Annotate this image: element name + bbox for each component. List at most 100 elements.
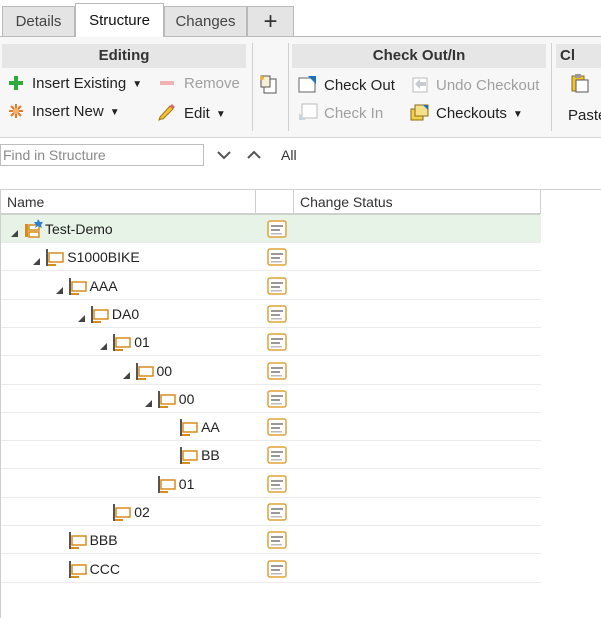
tree-row[interactable]: 00 <box>1 385 541 413</box>
tree-row[interactable]: BBB <box>1 526 541 555</box>
chevron-down-icon: ▼ <box>132 79 143 90</box>
paste-icon[interactable] <box>569 73 591 93</box>
tree-row[interactable]: 00 <box>1 357 541 385</box>
tree-row[interactable]: 01 <box>1 328 541 357</box>
remove-button[interactable]: Remove <box>158 72 240 94</box>
ribbon: Editing Insert Existing ▼ Insert New ▼ Rem… <box>0 37 601 138</box>
structure-grid: Name Change Status Test-Demo S1000BIKE AAA… <box>0 189 601 618</box>
change-status-icon[interactable] <box>267 559 287 578</box>
find-bar: All <box>0 141 601 171</box>
folder-node-icon <box>112 502 132 522</box>
tree-row[interactable]: DA0 <box>1 300 541 328</box>
expand-arrow-icon[interactable] <box>100 338 108 354</box>
ribbon-separator <box>252 43 253 131</box>
structure-root-icon <box>23 219 43 239</box>
column-header-change-status[interactable]: Change Status <box>294 190 541 214</box>
check-in-button[interactable]: Check In <box>298 100 383 122</box>
paste-structure-icon[interactable] <box>259 75 279 95</box>
folder-node-icon <box>179 417 199 437</box>
tab-bar: Details Structure Changes + <box>0 0 601 37</box>
tree-row[interactable]: AA <box>1 413 541 442</box>
checkout-group-title: Check Out/In <box>292 44 546 68</box>
checkouts-button[interactable]: Checkouts ▼ <box>410 100 523 122</box>
node-label: 00 <box>178 390 195 407</box>
minus-icon <box>160 81 174 85</box>
insert-existing-label: Insert Existing <box>32 75 127 92</box>
paste-button[interactable]: Paste <box>568 105 601 127</box>
node-label: Test-Demo <box>45 221 113 237</box>
column-header-name[interactable]: Name <box>1 190 256 214</box>
folder-node-icon <box>179 445 199 465</box>
check-in-icon <box>299 103 318 120</box>
tree-row[interactable]: CCC <box>1 555 541 583</box>
change-status-icon[interactable] <box>267 305 287 323</box>
chevron-down-icon: ▼ <box>215 109 226 120</box>
change-status-icon[interactable] <box>267 361 287 380</box>
folder-node-icon <box>90 304 110 324</box>
tab-details[interactable]: Details <box>2 6 75 36</box>
expand-arrow-icon[interactable] <box>122 367 131 383</box>
node-label: DA0 <box>111 305 140 322</box>
expand-arrow-icon[interactable] <box>144 395 153 411</box>
tree-row[interactable]: 01 <box>1 470 541 498</box>
ribbon-separator <box>288 43 289 131</box>
checkouts-icon <box>410 104 429 121</box>
folder-node-icon <box>68 559 88 579</box>
node-label: 02 <box>134 504 150 520</box>
change-status-icon[interactable] <box>267 276 287 295</box>
undo-checkout-icon <box>412 77 428 93</box>
folder-node-icon <box>157 389 177 409</box>
tab-changes[interactable]: Changes <box>164 6 247 36</box>
add-tab-button[interactable]: + <box>247 6 294 36</box>
check-out-button[interactable]: Check Out <box>298 72 395 94</box>
folder-node-icon <box>68 276 88 296</box>
find-scope-selector[interactable]: All <box>281 144 297 166</box>
tree-row[interactable]: BB <box>1 441 541 470</box>
edit-label: Edit <box>184 105 210 122</box>
chevron-down-icon[interactable] <box>216 149 232 161</box>
expand-arrow-icon[interactable] <box>77 310 86 326</box>
check-out-label: Check Out <box>324 77 395 94</box>
expand-arrow-icon[interactable] <box>11 225 19 241</box>
tree-row[interactable]: Test-Demo <box>1 215 541 243</box>
tree-row[interactable]: S1000BIKE <box>1 243 541 272</box>
expand-arrow-icon[interactable] <box>33 253 41 269</box>
chevron-up-icon[interactable] <box>246 149 262 161</box>
pencil-icon <box>158 104 175 121</box>
editing-group-title: Editing <box>2 44 246 68</box>
plus-icon <box>9 76 23 90</box>
change-status-icon[interactable] <box>267 390 287 408</box>
checkouts-label: Checkouts <box>436 105 507 122</box>
insert-existing-button[interactable]: Insert Existing ▼ <box>8 72 142 94</box>
tree-row[interactable]: AAA <box>1 272 541 300</box>
expand-arrow-icon[interactable] <box>55 282 64 298</box>
undo-checkout-button[interactable]: Undo Checkout <box>410 72 539 94</box>
node-label: 00 <box>156 362 173 379</box>
node-label: CCC <box>89 560 120 577</box>
find-in-structure-input[interactable] <box>0 144 204 166</box>
undo-checkout-label: Undo Checkout <box>436 77 540 94</box>
ribbon-separator <box>551 43 552 131</box>
sparkle-icon <box>9 104 23 118</box>
remove-label: Remove <box>184 75 240 92</box>
insert-new-label: Insert New <box>32 103 104 120</box>
change-status-icon[interactable] <box>267 418 287 436</box>
change-status-icon[interactable] <box>267 220 287 238</box>
change-status-icon[interactable] <box>267 248 287 267</box>
node-label: BBB <box>89 532 118 549</box>
check-in-label: Check In <box>324 105 384 122</box>
node-label: AA <box>201 419 220 436</box>
change-status-icon[interactable] <box>267 531 287 550</box>
node-label: BB <box>201 447 220 464</box>
tab-structure[interactable]: Structure <box>75 3 164 37</box>
tree-row[interactable]: 02 <box>1 498 541 526</box>
folder-node-icon <box>45 247 65 267</box>
change-status-icon[interactable] <box>267 503 287 521</box>
edit-button[interactable]: Edit ▼ <box>158 100 226 122</box>
change-status-icon[interactable] <box>267 474 287 493</box>
chevron-down-icon: ▼ <box>109 107 120 118</box>
column-header-icon[interactable] <box>256 190 294 214</box>
insert-new-button[interactable]: Insert New ▼ <box>8 100 120 122</box>
change-status-icon[interactable] <box>267 446 287 465</box>
change-status-icon[interactable] <box>267 333 287 351</box>
